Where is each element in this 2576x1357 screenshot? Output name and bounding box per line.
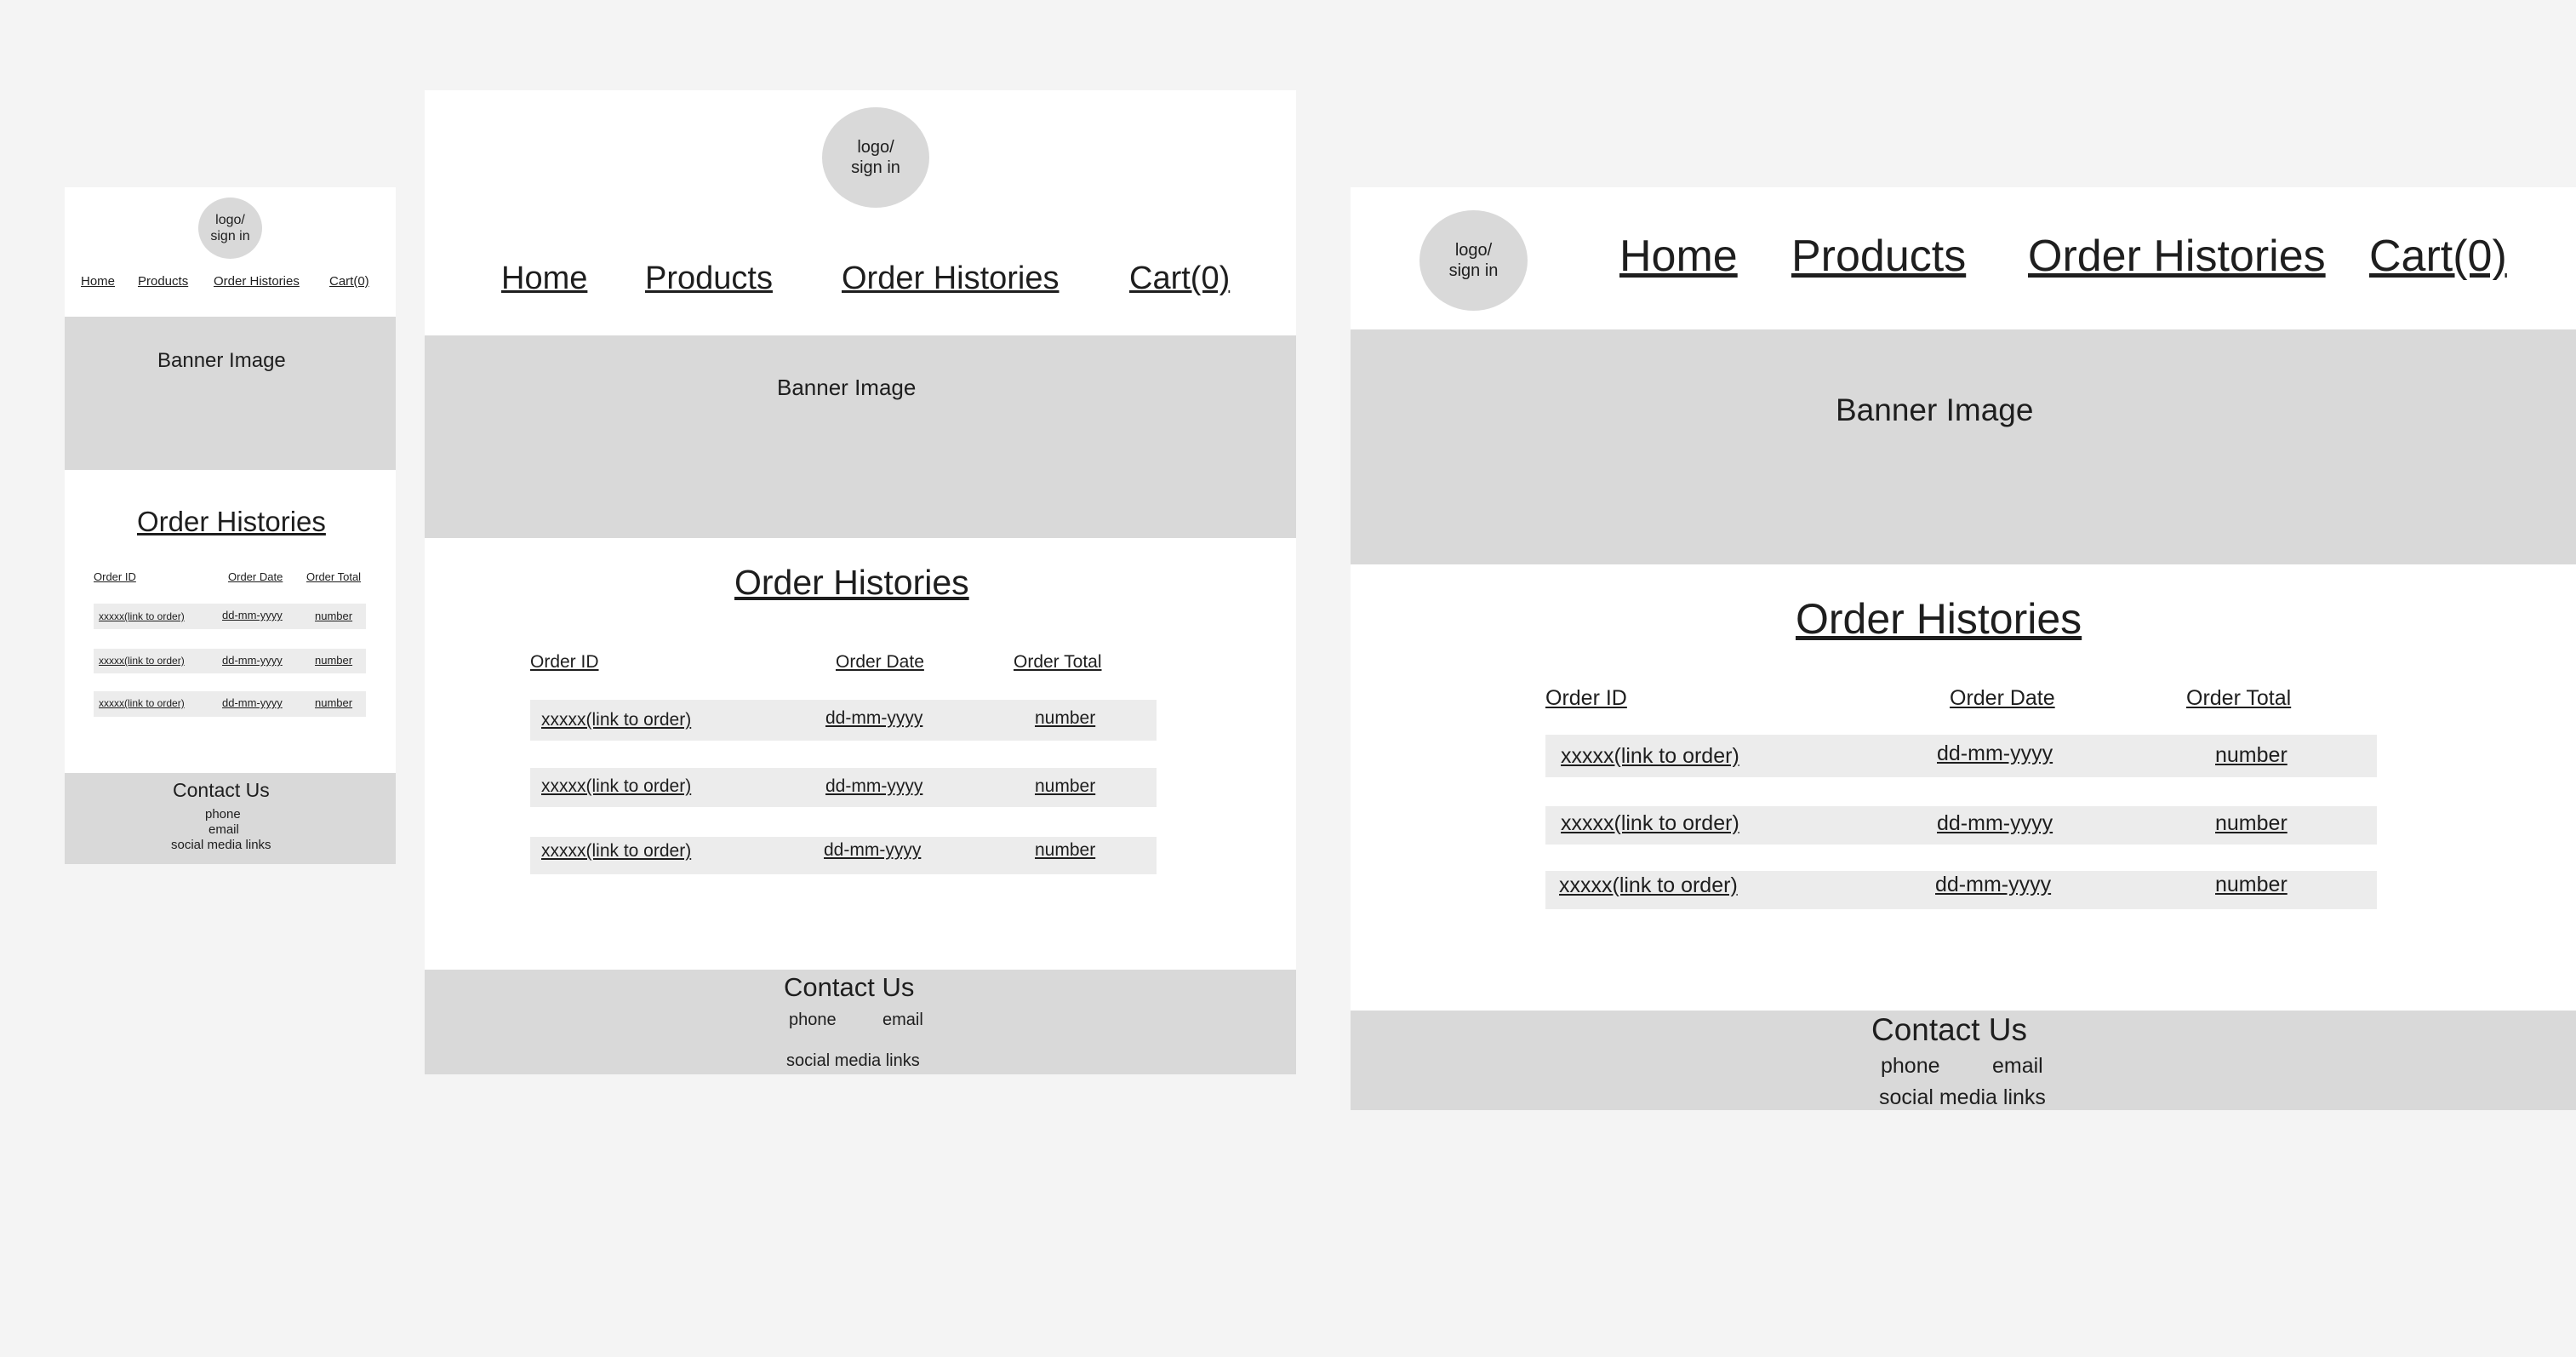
contact-email: email xyxy=(208,822,239,837)
logo-label-line2: sign in xyxy=(851,158,900,177)
table-row: xxxxx(link to order) dd-mm-yyyy number xyxy=(1545,806,2377,845)
order-date: dd-mm-yyyy xyxy=(222,654,283,667)
table-row: xxxxx(link to order) dd-mm-yyyy number xyxy=(1545,735,2377,777)
nav-cart-link[interactable]: Cart(0) xyxy=(1129,262,1230,295)
col-header-order-id: Order ID xyxy=(530,652,599,672)
table-row: xxxxx(link to order) dd-mm-yyyy number xyxy=(530,768,1157,807)
contact-us-heading: Contact Us xyxy=(1871,1012,2028,1047)
desktop-frame: logo/sign in Home Products Order Histori… xyxy=(1351,187,2576,1110)
order-date: dd-mm-yyyy xyxy=(825,776,923,796)
nav-cart-link[interactable]: Cart(0) xyxy=(2369,234,2507,278)
logo-sign-in-button[interactable]: logo/sign in xyxy=(822,107,929,208)
nav-products-link[interactable]: Products xyxy=(645,262,773,295)
contact-social-links: social media links xyxy=(171,838,271,852)
order-total: number xyxy=(1035,840,1096,860)
order-id-link[interactable]: xxxxx(link to order) xyxy=(1561,813,1739,834)
contact-phone: phone xyxy=(205,807,241,822)
order-id-link[interactable]: xxxxx(link to order) xyxy=(1561,746,1739,767)
order-date: dd-mm-yyyy xyxy=(1935,873,2052,896)
contact-footer: Contact Us phone email social media link… xyxy=(1351,1011,2576,1110)
order-id-link[interactable]: xxxxx(link to order) xyxy=(1559,875,1738,896)
banner-image: Banner Image xyxy=(425,335,1296,538)
order-id-link[interactable]: xxxxx(link to order) xyxy=(99,698,185,708)
logo-label-line2: sign in xyxy=(1448,261,1499,280)
banner-image: Banner Image xyxy=(1351,329,2576,564)
contact-email: email xyxy=(1992,1054,2043,1078)
table-row: xxxxx(link to order) dd-mm-yyyy number xyxy=(94,604,366,629)
order-date: dd-mm-yyyy xyxy=(222,609,283,621)
mobile-frame: logo/sign in Home Products Order Histori… xyxy=(65,187,396,864)
col-header-order-date: Order Date xyxy=(1950,686,2055,710)
page-title: Order Histories xyxy=(734,563,969,602)
order-total: number xyxy=(2215,873,2288,896)
banner-image: Banner Image xyxy=(65,317,396,470)
order-total: number xyxy=(1035,708,1096,728)
order-id-link[interactable]: xxxxx(link to order) xyxy=(541,711,691,729)
contact-social-links: social media links xyxy=(1879,1085,2046,1109)
logo-label-line1: logo/ xyxy=(1454,241,1493,260)
nav-order-histories-link[interactable]: Order Histories xyxy=(214,275,300,288)
banner-label: Banner Image xyxy=(1836,392,2034,427)
order-total: number xyxy=(315,654,353,667)
table-row: xxxxx(link to order) dd-mm-yyyy number xyxy=(1545,871,2377,909)
nav-home-link[interactable]: Home xyxy=(1619,234,1738,278)
col-header-order-total: Order Total xyxy=(2186,686,2292,710)
col-header-order-total: Order Total xyxy=(306,570,362,583)
logo-label-line2: sign in xyxy=(210,229,250,243)
contact-phone: phone xyxy=(789,1011,837,1029)
contact-email: email xyxy=(882,1011,923,1029)
order-id-link[interactable]: xxxxx(link to order) xyxy=(541,842,691,860)
logo-sign-in-button[interactable]: logo/sign in xyxy=(198,198,262,259)
contact-footer: Contact Us phone email social media link… xyxy=(65,773,396,864)
nav-home-link[interactable]: Home xyxy=(501,262,587,295)
contact-footer: Contact Us phone email social media link… xyxy=(425,970,1296,1074)
order-total: number xyxy=(315,696,353,709)
col-header-order-id: Order ID xyxy=(94,570,136,583)
order-date: dd-mm-yyyy xyxy=(825,708,923,728)
order-id-link[interactable]: xxxxx(link to order) xyxy=(541,777,691,795)
nav-home-link[interactable]: Home xyxy=(81,275,115,288)
contact-social-links: social media links xyxy=(786,1051,920,1070)
page-title: Order Histories xyxy=(1796,595,2082,643)
order-date: dd-mm-yyyy xyxy=(222,696,283,709)
table-row: xxxxx(link to order) dd-mm-yyyy number xyxy=(94,649,366,673)
page-title: Order Histories xyxy=(137,506,326,537)
col-header-order-id: Order ID xyxy=(1545,686,1627,710)
banner-label: Banner Image xyxy=(157,349,286,372)
order-id-link[interactable]: xxxxx(link to order) xyxy=(99,656,185,666)
nav-order-histories-link[interactable]: Order Histories xyxy=(842,262,1060,295)
logo-label-line1: logo/ xyxy=(215,212,245,227)
contact-phone: phone xyxy=(1881,1054,1940,1078)
order-date: dd-mm-yyyy xyxy=(1937,741,2053,765)
nav-products-link[interactable]: Products xyxy=(1791,234,1966,278)
tablet-frame: logo/sign in Home Products Order Histori… xyxy=(425,90,1296,1074)
order-date: dd-mm-yyyy xyxy=(1937,811,2053,835)
contact-us-heading: Contact Us xyxy=(173,779,270,801)
order-total: number xyxy=(315,610,353,622)
table-row: xxxxx(link to order) dd-mm-yyyy number xyxy=(530,837,1157,874)
order-total: number xyxy=(2215,811,2288,835)
table-row: xxxxx(link to order) dd-mm-yyyy number xyxy=(94,691,366,717)
logo-sign-in-button[interactable]: logo/sign in xyxy=(1419,210,1528,311)
order-date: dd-mm-yyyy xyxy=(824,840,922,860)
banner-label: Banner Image xyxy=(777,375,917,400)
table-row: xxxxx(link to order) dd-mm-yyyy number xyxy=(530,700,1157,741)
order-total: number xyxy=(1035,776,1096,796)
col-header-order-total: Order Total xyxy=(1014,652,1102,672)
col-header-order-date: Order Date xyxy=(228,570,283,583)
order-total: number xyxy=(2215,743,2288,767)
order-id-link[interactable]: xxxxx(link to order) xyxy=(99,611,185,621)
logo-label-line1: logo/ xyxy=(857,138,894,157)
nav-products-link[interactable]: Products xyxy=(138,275,188,288)
contact-us-heading: Contact Us xyxy=(784,972,915,1002)
nav-cart-link[interactable]: Cart(0) xyxy=(329,275,369,288)
nav-order-histories-link[interactable]: Order Histories xyxy=(2028,234,2326,278)
col-header-order-date: Order Date xyxy=(836,652,924,672)
